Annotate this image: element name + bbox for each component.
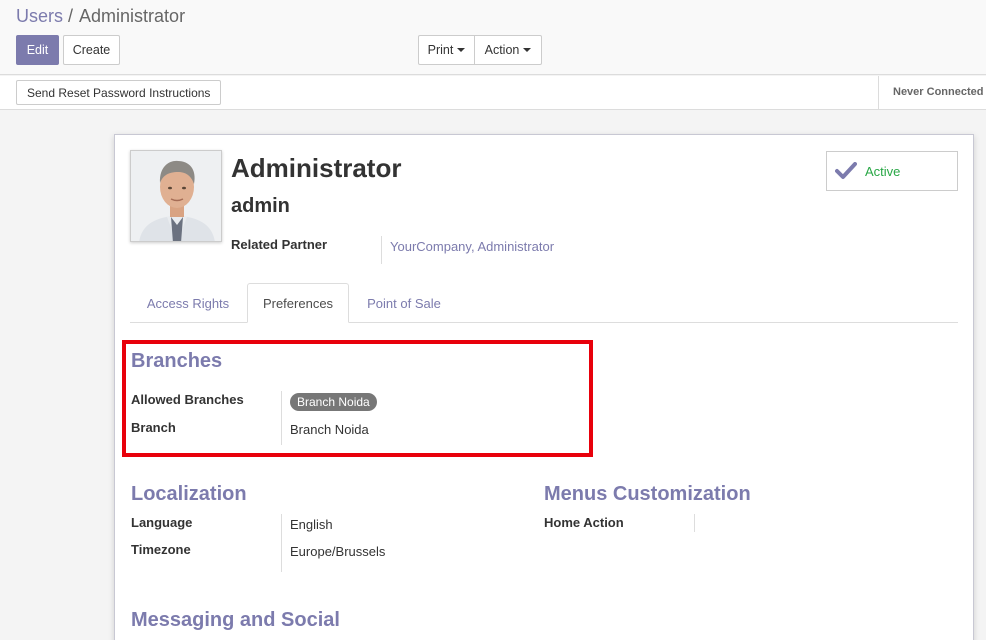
- caret-down-icon: [523, 48, 532, 52]
- print-dropdown-button[interactable]: Print: [418, 35, 475, 65]
- tab-preferences[interactable]: Preferences: [247, 283, 349, 323]
- status-divider: [878, 76, 879, 109]
- related-partner-link[interactable]: YourCompany, Administrator: [390, 239, 554, 254]
- action-dropdown-button[interactable]: Action: [474, 35, 542, 65]
- send-reset-password-button[interactable]: Send Reset Password Instructions: [16, 80, 222, 105]
- timezone-label: Timezone: [131, 542, 191, 557]
- related-partner-label: Related Partner: [231, 237, 328, 252]
- tab-label: Preferences: [262, 295, 334, 311]
- breadcrumb: Users / Administrator: [16, 6, 185, 27]
- connection-status: Never Connected: [893, 86, 984, 98]
- timezone-value: Europe/Brussels: [290, 544, 386, 559]
- breadcrumb-users-link[interactable]: Users: [16, 6, 63, 27]
- field-divider: [381, 236, 382, 264]
- tab-access-rights[interactable]: Access Rights: [131, 283, 245, 323]
- menus-customization-section-title: Menus Customization: [544, 483, 751, 505]
- create-button-label: Create: [72, 43, 111, 57]
- caret-down-icon: [457, 48, 466, 52]
- localization-section-title: Localization: [131, 483, 247, 505]
- control-panel: Users / Administrator Edit Create Print …: [0, 0, 986, 75]
- language-value: English: [290, 517, 333, 532]
- action-button-label: Action: [484, 43, 520, 57]
- form-statusbar: Send Reset Password Instructions Never C…: [0, 76, 986, 110]
- breadcrumb-current: Administrator: [79, 6, 186, 26]
- field-divider: [281, 514, 282, 572]
- active-label: Active: [865, 163, 901, 179]
- user-login: admin: [231, 195, 290, 217]
- home-action-label: Home Action: [544, 515, 624, 530]
- edit-button-label: Edit: [26, 43, 49, 57]
- tab-point-of-sale[interactable]: Point of Sale: [352, 283, 456, 323]
- avatar-portrait-image: [131, 151, 221, 241]
- check-icon: [835, 162, 857, 179]
- edit-button[interactable]: Edit: [16, 35, 59, 65]
- active-toggle-button[interactable]: Active: [826, 151, 958, 191]
- field-divider: [694, 514, 695, 532]
- user-name: Administrator: [231, 153, 402, 183]
- tab-label: Access Rights: [146, 295, 230, 311]
- print-button-label: Print: [427, 43, 454, 57]
- user-avatar[interactable]: [130, 150, 222, 242]
- highlight-annotation: [122, 340, 593, 457]
- send-reset-password-label: Send Reset Password Instructions: [27, 85, 211, 100]
- breadcrumb-separator: /: [68, 6, 74, 26]
- tab-label: Point of Sale: [367, 295, 441, 311]
- language-label: Language: [131, 515, 193, 530]
- create-button[interactable]: Create: [63, 35, 120, 65]
- messaging-section-title: Messaging and Social: [131, 609, 340, 631]
